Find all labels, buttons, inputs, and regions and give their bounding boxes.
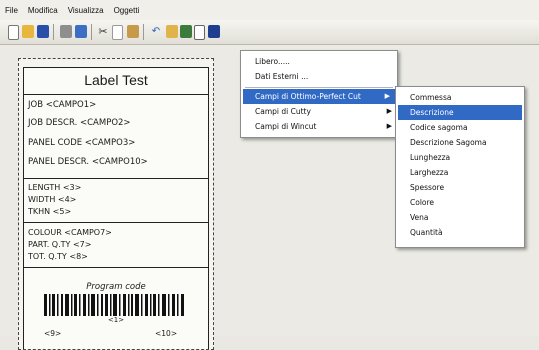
toolbar: ✂ ↶ xyxy=(0,20,539,45)
print-icon[interactable] xyxy=(60,25,72,38)
label-frame: Label Test JOB <CAMPO1> JOB DESCR. <CAMP… xyxy=(23,67,209,349)
submenu-item-codice-sagoma[interactable]: Codice sagoma xyxy=(396,120,524,135)
menu-item-campi-wincut[interactable]: Campi di Wincut ▶ xyxy=(241,119,397,134)
menu-file[interactable]: File xyxy=(0,6,23,15)
menu-item-label: Campi di Wincut xyxy=(255,122,317,131)
barcode-image[interactable] xyxy=(44,294,186,316)
label-field-panel-descr[interactable]: PANEL DESCR. <CAMPO10> xyxy=(28,157,148,167)
label-field-colour[interactable]: COLOUR <CAMPO7> xyxy=(28,228,112,237)
label-field-9[interactable]: <9> xyxy=(44,329,61,338)
submenu-item-quantita[interactable]: Quantità xyxy=(396,225,524,240)
copy-icon[interactable] xyxy=(112,25,123,40)
label-field-panel-code[interactable]: PANEL CODE <CAMPO3> xyxy=(28,138,135,148)
label-field-length[interactable]: LENGTH <3> xyxy=(28,183,81,192)
barcode-tool-icon[interactable] xyxy=(194,25,205,40)
save-icon[interactable] xyxy=(37,25,49,38)
submenu-item-colore[interactable]: Colore xyxy=(396,195,524,210)
cut-icon[interactable]: ✂ xyxy=(97,25,109,38)
image-tool-icon[interactable] xyxy=(180,25,192,38)
program-code-label: Program code xyxy=(86,282,146,292)
menu-item-label: Campi di Ottimo-Perfect Cut xyxy=(255,92,361,101)
menu-item-dati-esterni[interactable]: Dati Esterni ... xyxy=(241,69,397,84)
menu-item-libero[interactable]: Libero..... xyxy=(241,54,397,69)
label-field-job[interactable]: JOB <CAMPO1> xyxy=(28,100,96,110)
label-field-job-descr[interactable]: JOB DESCR. <CAMPO2> xyxy=(28,118,131,128)
context-menu: Libero..... Dati Esterni ... Campi di Ot… xyxy=(240,50,398,138)
new-file-icon[interactable] xyxy=(8,25,19,40)
toolbar-separator xyxy=(53,24,54,40)
submenu-item-commessa[interactable]: Commessa xyxy=(396,90,524,105)
divider xyxy=(24,267,208,268)
divider xyxy=(24,94,208,95)
label-field-tkhn[interactable]: TKHN <5> xyxy=(28,207,71,216)
menu-oggetti[interactable]: Oggetti xyxy=(109,6,145,15)
toolbar-separator xyxy=(91,24,92,40)
menubar: File Modifica Visualizza Oggetti xyxy=(0,0,539,20)
label-field-part-qty[interactable]: PART. Q.TY <7> xyxy=(28,240,91,249)
fields-submenu: Commessa Descrizione Codice sagoma Descr… xyxy=(395,86,525,248)
open-folder-icon[interactable] xyxy=(22,25,34,38)
menu-visualizza[interactable]: Visualizza xyxy=(63,6,109,15)
label-field-10[interactable]: <10> xyxy=(155,329,177,338)
divider xyxy=(24,178,208,179)
undo-icon[interactable]: ↶ xyxy=(150,25,162,38)
submenu-item-lunghezza[interactable]: Lunghezza xyxy=(396,150,524,165)
text-tool-icon[interactable] xyxy=(166,25,178,38)
barcode-value: <1> xyxy=(107,316,125,324)
label-title: Label Test xyxy=(84,72,148,88)
menu-separator xyxy=(245,87,393,88)
menu-modifica[interactable]: Modifica xyxy=(23,6,63,15)
submenu-arrow-icon: ▶ xyxy=(384,92,390,100)
submenu-arrow-icon: ▶ xyxy=(386,122,392,130)
field-tool-icon[interactable] xyxy=(208,25,220,38)
print-preview-icon[interactable] xyxy=(75,25,87,38)
menu-item-campi-cutty[interactable]: Campi di Cutty ▶ xyxy=(241,104,397,119)
label-field-tot-qty[interactable]: TOT. Q.TY <8> xyxy=(28,252,88,261)
submenu-arrow-icon: ▶ xyxy=(386,107,392,115)
menu-item-campi-ottimo[interactable]: Campi di Ottimo-Perfect Cut ▶ xyxy=(243,89,395,104)
menu-item-label: Campi di Cutty xyxy=(255,107,311,116)
submenu-item-spessore[interactable]: Spessore xyxy=(396,180,524,195)
submenu-item-descrizione[interactable]: Descrizione xyxy=(398,105,522,120)
divider xyxy=(24,222,208,223)
submenu-item-vena[interactable]: Vena xyxy=(396,210,524,225)
toolbar-separator xyxy=(143,24,144,40)
label-preview[interactable]: Label Test JOB <CAMPO1> JOB DESCR. <CAMP… xyxy=(18,58,214,350)
paste-icon[interactable] xyxy=(127,25,139,38)
submenu-item-descrizione-sagoma[interactable]: Descrizione Sagoma xyxy=(396,135,524,150)
submenu-item-larghezza[interactable]: Larghezza xyxy=(396,165,524,180)
label-field-width[interactable]: WIDTH <4> xyxy=(28,195,76,204)
